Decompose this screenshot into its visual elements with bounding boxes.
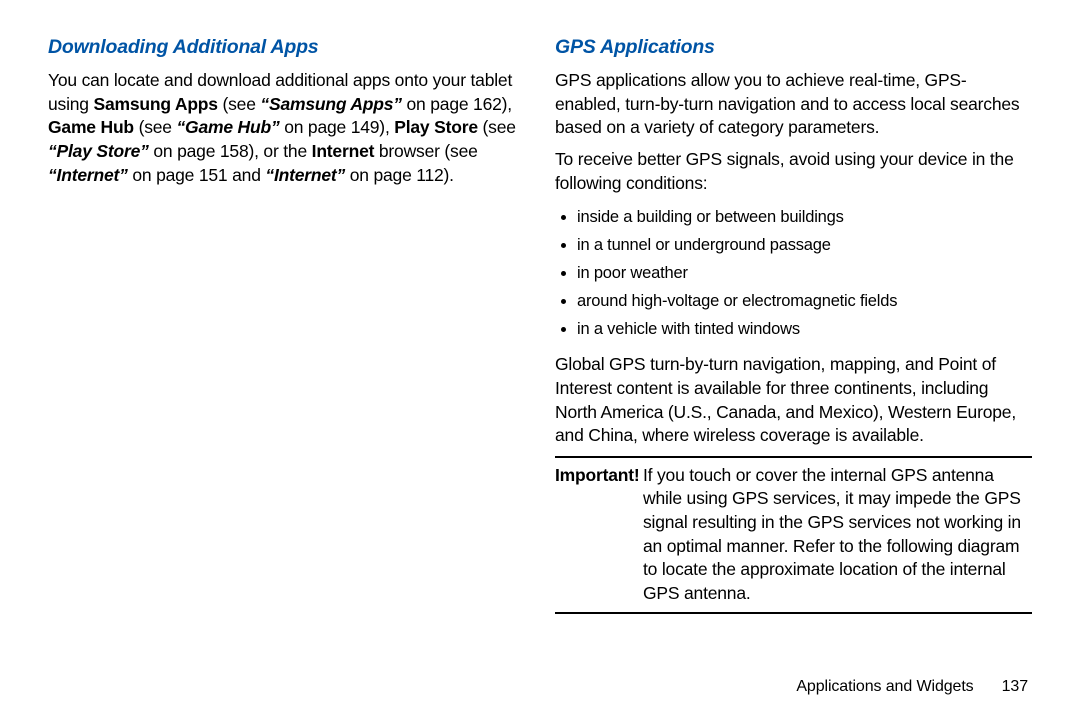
note-body: If you touch or cover the internal GPS a… [643,464,1032,606]
list-item: in poor weather [577,259,1032,287]
two-column-layout: Downloading Additional Apps You can loca… [48,36,1032,672]
footer-page-number: 137 [1002,678,1028,695]
note-label: Important! [555,464,643,606]
text: browser (see [374,141,477,161]
bold-game-hub: Game Hub [48,117,134,137]
ref-internet-1: “Internet” [48,165,128,185]
right-column: GPS Applications GPS applications allow … [555,36,1032,672]
gps-paragraph-1: GPS applications allow you to achieve re… [555,69,1032,140]
heading-downloading-apps: Downloading Additional Apps [48,36,525,59]
left-paragraph: You can locate and download additional a… [48,69,525,187]
gps-conditions-list: inside a building or between buildings i… [555,203,1032,343]
bold-play-store: Play Store [394,117,478,137]
page-footer: Applications and Widgets 137 [48,672,1032,700]
ref-samsung-apps: “Samsung Apps” [260,94,401,114]
footer-section: Applications and Widgets [796,678,973,695]
text: (see [218,94,261,114]
list-item: around high-voltage or electromagnetic f… [577,287,1032,315]
list-item: inside a building or between buildings [577,203,1032,231]
list-item: in a tunnel or underground passage [577,231,1032,259]
text: on page 112). [345,165,454,185]
ref-internet-2: “Internet” [265,165,345,185]
text: (see [478,117,516,137]
gps-paragraph-2: To receive better GPS signals, avoid usi… [555,148,1032,195]
gps-paragraph-3: Global GPS turn-by-turn navigation, mapp… [555,353,1032,448]
important-note: Important! If you touch or cover the int… [555,456,1032,614]
text: (see [134,117,177,137]
bold-internet: Internet [312,141,375,161]
ref-game-hub: “Game Hub” [177,117,280,137]
manual-page: Downloading Additional Apps You can loca… [0,0,1080,720]
text: on page 158), or the [149,141,312,161]
heading-gps-applications: GPS Applications [555,36,1032,59]
left-column: Downloading Additional Apps You can loca… [48,36,525,672]
text: on page 162), [402,94,512,114]
text: on page 149), [280,117,395,137]
bold-samsung-apps: Samsung Apps [94,94,218,114]
ref-play-store: “Play Store” [48,141,149,161]
list-item: in a vehicle with tinted windows [577,315,1032,343]
note-row: Important! If you touch or cover the int… [555,464,1032,606]
text: on page 151 and [128,165,266,185]
